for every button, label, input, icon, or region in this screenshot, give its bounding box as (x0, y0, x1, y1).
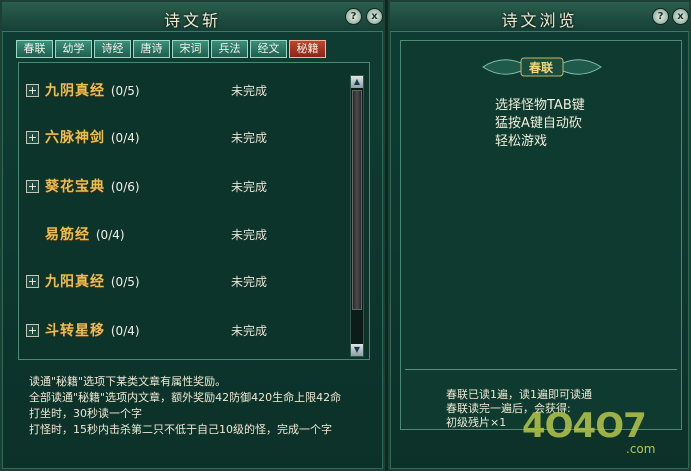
help-icon[interactable]: ? (652, 8, 669, 25)
tip-line: 选择怪物TAB键 (495, 98, 585, 113)
right-titlebar: 诗文浏览 ? x (390, 2, 689, 32)
list-item[interactable]: + 九阳真经 (0/5) 未完成 (19, 271, 349, 291)
tab-youxue[interactable]: 幼学 (55, 40, 92, 58)
scroll-thumb[interactable] (352, 90, 362, 310)
help-icon[interactable]: ? (345, 8, 362, 25)
list-item[interactable]: + 葵花宝典 (0/6) 未完成 (19, 176, 349, 196)
tip-line: 猛按A键自动砍 (495, 116, 582, 131)
tab-shijing[interactable]: 诗经 (94, 40, 131, 58)
item-status: 未完成 (231, 228, 268, 242)
list-item[interactable]: + 斗转星移 (0/4) 未完成 (19, 320, 349, 340)
tab-miji[interactable]: 秘籍 (289, 40, 326, 58)
description-line: 全部读通"秘籍"选项内文章，额外奖励42防御420生命上限42命 (29, 391, 342, 404)
expand-icon[interactable]: + (26, 84, 39, 97)
poem-browse-panel: 诗文浏览 ? x 春联 选择怪物TAB键 猛按A键自动砍 轻松游戏 春联已读1遍… (388, 0, 691, 471)
list-item[interactable]: + 六脉神剑 (0/4) 未完成 (19, 127, 349, 147)
left-titlebar: 诗文斩 ? x (2, 2, 383, 32)
right-panel-title: 诗文浏览 (501, 11, 578, 30)
expand-icon[interactable]: + (26, 180, 39, 193)
item-title: 葵花宝典 (0/6) (45, 179, 140, 195)
item-title: 九阴真经 (0/5) (45, 83, 140, 99)
close-icon[interactable]: x (672, 8, 689, 25)
item-status: 未完成 (231, 275, 268, 289)
close-icon[interactable]: x (366, 8, 383, 25)
item-title: 斗转星移 (0/4) (45, 323, 140, 339)
item-title: 六脉神剑 (0/4) (45, 130, 140, 146)
scroll-up-icon[interactable]: ▲ (351, 76, 363, 88)
description-line: 读通"秘籍"选项下某类文章有属性奖励。 (29, 375, 227, 388)
tips-text: 选择怪物TAB键 猛按A键自动砍 轻松游戏 (495, 97, 585, 151)
item-title: 易筋经 (0/4) (45, 227, 125, 243)
item-status: 未完成 (231, 84, 268, 98)
watermark-domain: .com (626, 442, 656, 456)
tab-songci[interactable]: 宋词 (172, 40, 209, 58)
section-title: 春联 (528, 61, 553, 75)
expand-icon[interactable]: + (26, 324, 39, 337)
category-tabs: 春联 幼学 诗经 唐诗 宋词 兵法 经文 秘籍 (16, 40, 326, 58)
tab-bingfa[interactable]: 兵法 (211, 40, 248, 58)
tip-line: 轻松游戏 (495, 134, 548, 149)
expand-icon[interactable]: + (26, 275, 39, 288)
article-list: + 九阴真经 (0/5) 未完成 + 六脉神剑 (0/4) 未完成 + 葵花宝典… (18, 62, 370, 360)
poem-slash-panel: 诗文斩 ? x 春联 幼学 诗经 唐诗 宋词 兵法 经文 秘籍 + 九阴真经 (… (0, 0, 385, 471)
expand-icon[interactable]: + (26, 131, 39, 144)
list-scrollbar[interactable]: ▲ ▼ (350, 75, 364, 357)
tab-chunlian[interactable]: 春联 (16, 40, 53, 58)
description-line: 打怪时，15秒内击杀第二只不低于自己10级的怪，完成一个字 (29, 423, 332, 436)
watermark-logo: 4O4O7 (522, 406, 647, 446)
list-item[interactable]: 易筋经 (0/4) 未完成 (19, 224, 349, 244)
left-panel-title: 诗文斩 (163, 11, 221, 30)
list-item[interactable]: + 九阴真经 (0/5) 未完成 (19, 80, 349, 100)
item-status: 未完成 (231, 131, 268, 145)
item-title: 九阳真经 (0/5) (45, 274, 140, 290)
preview-area: 春联 选择怪物TAB键 猛按A键自动砍 轻松游戏 (400, 40, 682, 430)
item-status: 未完成 (231, 180, 268, 194)
item-progress: (0/4) (95, 228, 125, 242)
tab-jingwen[interactable]: 经文 (250, 40, 287, 58)
item-progress: (0/4) (110, 131, 140, 145)
tab-tangshi[interactable]: 唐诗 (133, 40, 170, 58)
item-progress: (0/6) (110, 180, 140, 194)
item-progress: (0/5) (110, 275, 140, 289)
status-line: 春联已读1遍，读1遍即可读通 (446, 388, 592, 401)
item-progress: (0/4) (110, 324, 140, 338)
scroll-down-icon[interactable]: ▼ (351, 344, 363, 356)
description-line: 打坐时，30秒读一个字 (29, 407, 142, 420)
item-progress: (0/5) (110, 84, 140, 98)
divider (405, 369, 677, 370)
reward-description: 读通"秘籍"选项下某类文章有属性奖励。 全部读通"秘籍"选项内文章，额外奖励42… (29, 374, 374, 438)
item-status: 未完成 (231, 324, 268, 338)
